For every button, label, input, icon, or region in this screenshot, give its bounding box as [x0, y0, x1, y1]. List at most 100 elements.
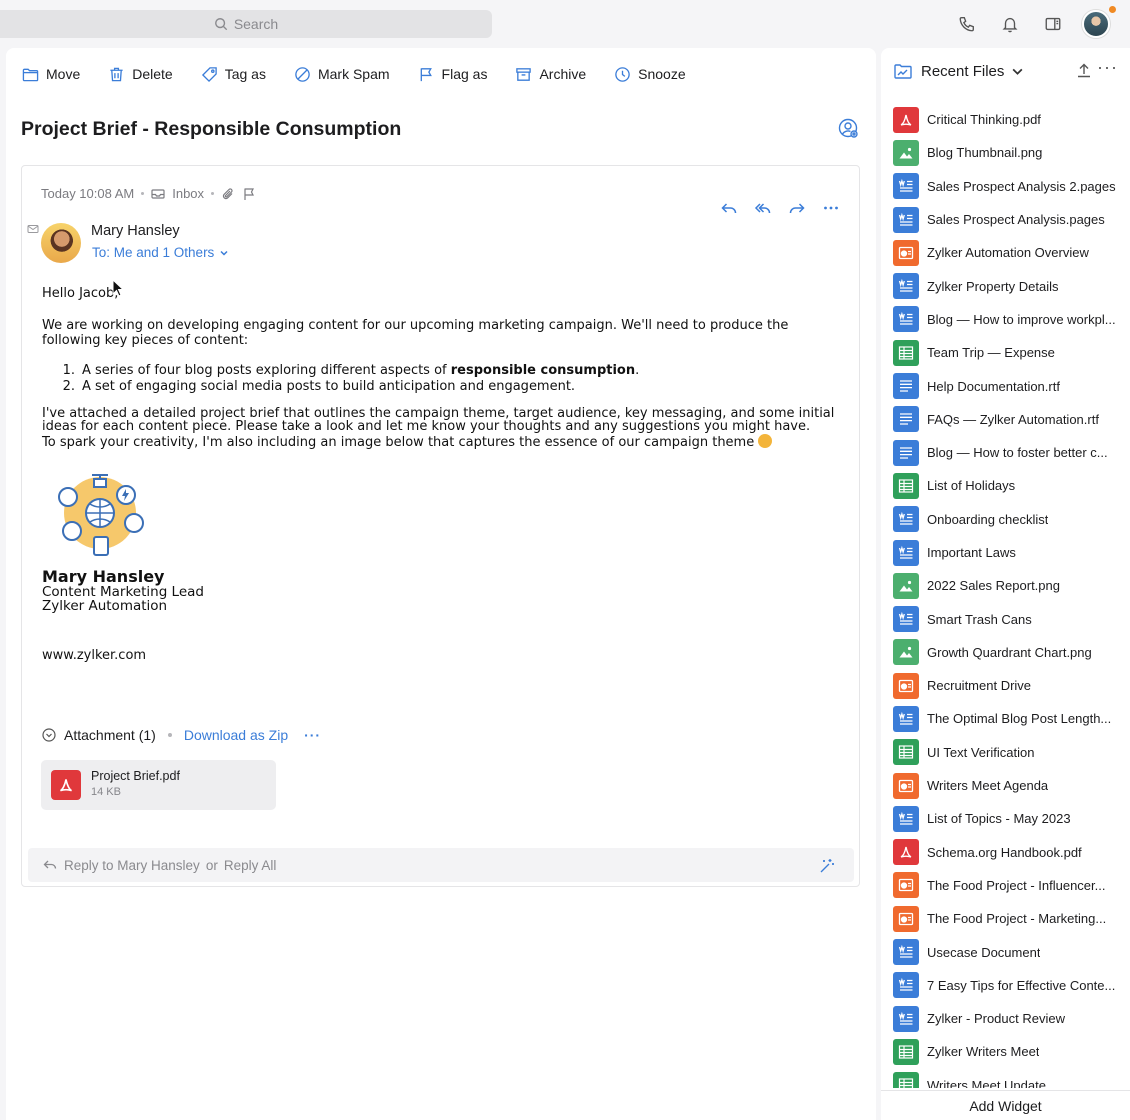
more-options-icon[interactable]: ···: [1097, 57, 1118, 78]
user-avatar[interactable]: [1082, 6, 1116, 38]
more-options-icon[interactable]: [819, 196, 843, 220]
recent-file-item[interactable]: FAQs — Zylker Automation.rtf: [893, 403, 1130, 436]
recent-file-item[interactable]: List of Topics - May 2023: [893, 802, 1130, 835]
doc-file-icon: [893, 173, 919, 200]
reply-or-text: or: [205, 857, 218, 873]
recent-file-item[interactable]: Critical Thinking.pdf: [893, 103, 1130, 136]
top-bar: Search: [0, 0, 1130, 48]
recent-file-name: The Optimal Blog Post Length...: [927, 711, 1112, 727]
sheet-file-icon: [893, 472, 919, 499]
snooze-button[interactable]: Snooze: [614, 66, 686, 83]
recent-file-item[interactable]: Writers Meet Agenda: [893, 769, 1130, 802]
notification-dot: [1109, 6, 1116, 13]
delete-button[interactable]: Delete: [108, 66, 173, 83]
recent-file-item[interactable]: Help Documentation.rtf: [893, 369, 1130, 402]
download-zip-link[interactable]: Download as Zip: [184, 727, 288, 743]
recent-file-name: Writers Meet Agenda: [927, 778, 1049, 794]
recent-file-item[interactable]: Sales Prospect Analysis 2.pages: [893, 170, 1130, 203]
recent-file-item[interactable]: Usecase Document: [893, 935, 1130, 968]
contact-settings-icon[interactable]: [838, 118, 860, 140]
archive-button[interactable]: Archive: [515, 66, 586, 83]
rtf-file-icon: [893, 373, 919, 400]
recent-file-item[interactable]: The Food Project - Influencer...: [893, 869, 1130, 902]
sidebar-toggle-icon[interactable]: [1031, 8, 1074, 40]
flag-icon[interactable]: [242, 187, 256, 201]
collapse-chevron-icon[interactable]: [42, 728, 56, 742]
recent-file-item[interactable]: Schema.org Handbook.pdf: [893, 836, 1130, 869]
recent-files-panel: Recent Files ··· Critical Thinking.pdf Bl…: [881, 48, 1130, 1120]
reply-to-link[interactable]: Reply to Mary Hansley: [64, 858, 200, 873]
recent-file-item[interactable]: The Food Project - Marketing...: [893, 902, 1130, 935]
signature-name: Mary Hansley: [42, 567, 165, 586]
attachments-more-button[interactable]: ···: [304, 727, 321, 743]
recent-file-name: FAQs — Zylker Automation.rtf: [927, 411, 1099, 427]
bell-icon[interactable]: [988, 8, 1031, 40]
phone-icon[interactable]: [945, 8, 988, 40]
recent-file-item[interactable]: Zylker Property Details: [893, 269, 1130, 302]
recent-file-item[interactable]: The Optimal Blog Post Length...: [893, 702, 1130, 735]
recent-files-list: Critical Thinking.pdf Blog Thumbnail.png S…: [893, 103, 1130, 1088]
ai-sparkle-icon[interactable]: [818, 857, 836, 875]
attachment-file[interactable]: Project Brief.pdf 14 KB: [41, 760, 276, 810]
recent-file-item[interactable]: Blog — How to foster better c...: [893, 436, 1130, 469]
folder-label[interactable]: Inbox: [172, 186, 204, 201]
move-button[interactable]: Move: [22, 66, 80, 83]
signature-role: Content Marketing Lead: [42, 584, 204, 600]
body-paragraph: We are working on developing engaging co…: [42, 318, 789, 348]
email-subject: Project Brief - Responsible Consumption: [21, 118, 402, 140]
attachments-title: Attachment (1): [64, 727, 156, 743]
paperclip-icon[interactable]: [221, 187, 235, 201]
recent-file-item[interactable]: List of Holidays: [893, 469, 1130, 502]
doc-file-icon: [893, 805, 919, 832]
reply-all-link[interactable]: Reply All: [224, 858, 277, 873]
pdf-icon: [51, 770, 81, 800]
tag-as-button[interactable]: Tag as: [201, 66, 266, 83]
forward-icon[interactable]: [785, 196, 809, 220]
recent-file-item[interactable]: Smart Trash Cans: [893, 602, 1130, 635]
doc-file-icon: [893, 506, 919, 533]
mark-spam-button[interactable]: Mark Spam: [294, 66, 390, 83]
recent-file-item[interactable]: Important Laws: [893, 536, 1130, 569]
reply-icon[interactable]: [717, 196, 741, 220]
reply-all-icon[interactable]: [751, 196, 775, 220]
recent-file-item[interactable]: Blog Thumbnail.png: [893, 136, 1130, 169]
recent-file-item[interactable]: Zylker Writers Meet: [893, 1035, 1130, 1068]
recent-file-item[interactable]: Zylker Automation Overview: [893, 236, 1130, 269]
email-meta: Today 10:08 AM Inbox: [41, 186, 256, 201]
sender-name[interactable]: Mary Hansley: [91, 223, 180, 239]
quick-reply-bar[interactable]: Reply to Mary Hansley or Reply All: [28, 848, 854, 882]
add-widget-button[interactable]: Add Widget: [881, 1090, 1130, 1120]
recipients-toggle[interactable]: To: Me and 1 Others: [92, 245, 229, 260]
greeting: Hello Jacob,: [42, 286, 119, 301]
sender-avatar[interactable]: [41, 223, 81, 263]
mouse-cursor: [112, 279, 124, 297]
tag-icon: [201, 66, 217, 82]
search-placeholder: Search: [233, 16, 279, 32]
signature-website[interactable]: www.zylker.com: [42, 648, 146, 663]
flag-as-button[interactable]: Flag as: [418, 66, 487, 83]
search-bar[interactable]: Search: [0, 10, 492, 38]
recent-file-item[interactable]: Writers Meet Update: [893, 1069, 1130, 1088]
recent-file-item[interactable]: Onboarding checklist: [893, 503, 1130, 536]
recent-file-item[interactable]: Sales Prospect Analysis.pages: [893, 203, 1130, 236]
chevron-down-icon[interactable]: [1011, 65, 1024, 78]
recent-files-title[interactable]: Recent Files: [921, 63, 1004, 80]
recent-file-name: List of Topics - May 2023: [927, 811, 1071, 827]
recent-file-item[interactable]: Growth Quardrant Chart.png: [893, 636, 1130, 669]
recent-file-item[interactable]: Blog — How to improve workpl...: [893, 303, 1130, 336]
recent-file-item[interactable]: UI Text Verification: [893, 736, 1130, 769]
rtf-file-icon: [893, 439, 919, 466]
recent-file-name: Zylker - Product Review: [927, 1011, 1065, 1027]
pdf-file-icon: [893, 839, 919, 866]
recent-file-item[interactable]: Recruitment Drive: [893, 669, 1130, 702]
chevron-down-icon: [220, 250, 228, 256]
upload-icon[interactable]: [1076, 62, 1092, 78]
recent-file-item[interactable]: Zylker - Product Review: [893, 1002, 1130, 1035]
rtf-file-icon: [893, 406, 919, 433]
ppt-file-icon: [893, 239, 919, 266]
image-file-icon: [893, 139, 919, 166]
recent-file-name: Zylker Writers Meet: [927, 1044, 1040, 1060]
recent-file-item[interactable]: Team Trip — Expense: [893, 336, 1130, 369]
recent-file-item[interactable]: 2022 Sales Report.png: [893, 569, 1130, 602]
recent-file-item[interactable]: 7 Easy Tips for Effective Conte...: [893, 969, 1130, 1002]
